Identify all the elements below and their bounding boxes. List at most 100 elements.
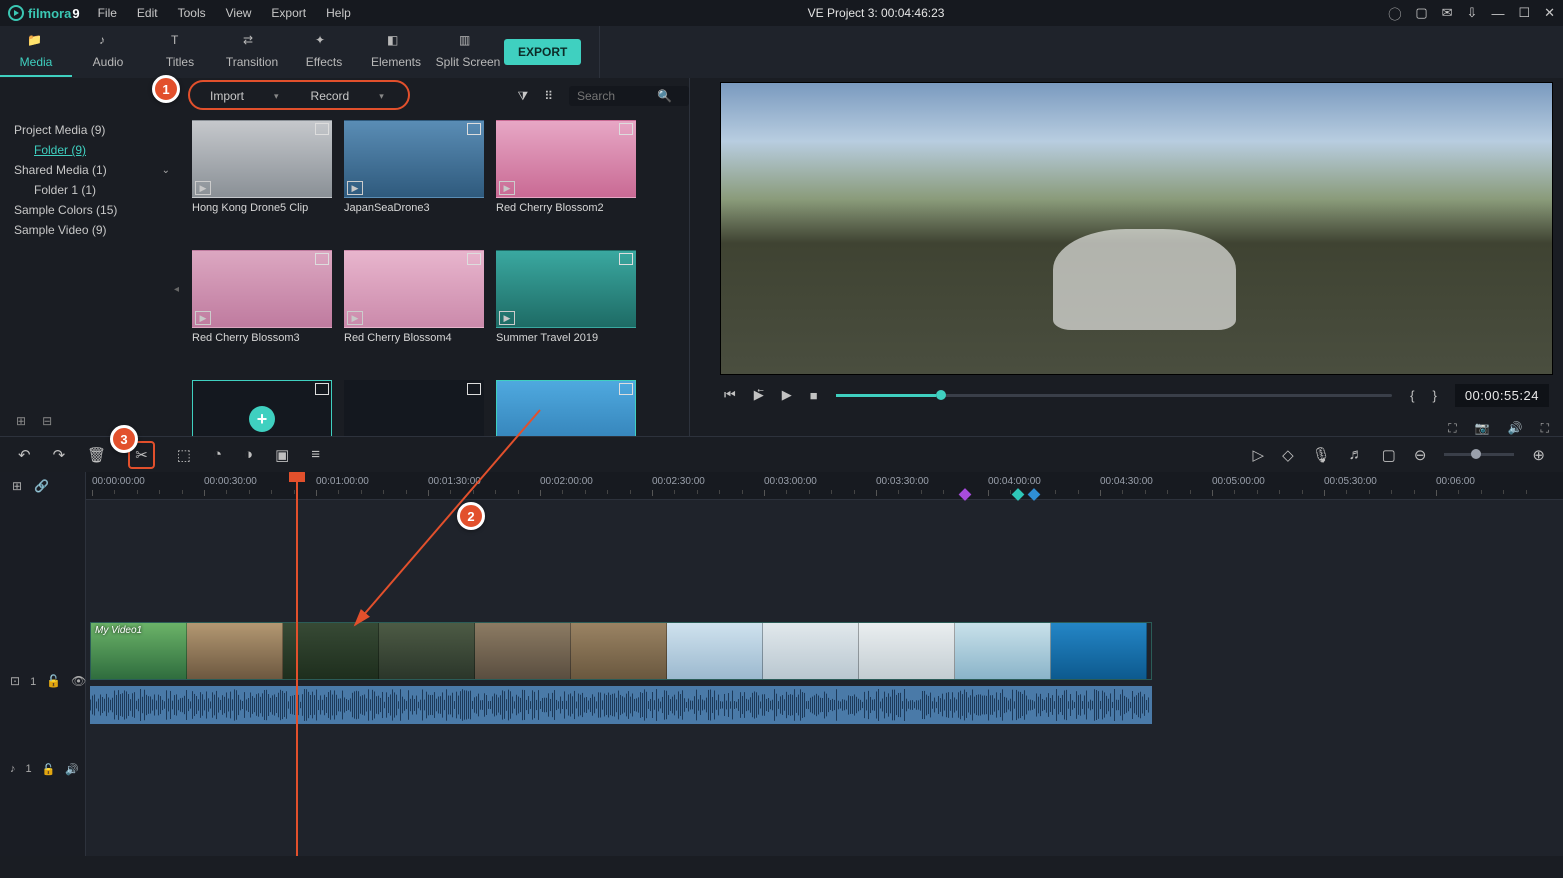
maximize-icon[interactable]: ☐ — [1518, 5, 1530, 21]
media-clip[interactable]: ▶+VID_20190903_151617 — [192, 380, 332, 436]
visibility-icon[interactable]: 👁 — [71, 674, 86, 688]
mic-icon[interactable]: ⇩ — [1467, 5, 1478, 21]
marker-icon[interactable]: ◇ — [1282, 446, 1294, 464]
media-clip[interactable]: ▶Red Cherry Blossom3 — [192, 250, 332, 374]
play-icon[interactable]: ▶ — [782, 387, 792, 403]
preview-canvas[interactable] — [720, 82, 1553, 375]
snapshot-icon[interactable]: 📷 — [1475, 421, 1490, 436]
render-icon[interactable]: ▷ — [1253, 446, 1265, 464]
tab-effects[interactable]: ✦Effects — [288, 27, 360, 77]
split-icon: ▥ — [459, 33, 477, 51]
tree-folder[interactable]: Folder (9) — [0, 140, 182, 160]
prev-frame-icon[interactable]: ⏮ — [724, 387, 736, 403]
voiceover-icon[interactable]: 🎙 — [1312, 446, 1331, 464]
stop-icon[interactable]: ■ — [810, 388, 818, 403]
zoom-out-icon[interactable]: ⊖ — [1414, 446, 1427, 464]
mail-icon[interactable]: ✉ — [1442, 5, 1453, 21]
color-icon[interactable]: ◑ — [244, 446, 253, 463]
tree-project-media[interactable]: Project Media (9) — [0, 120, 182, 140]
fullscreen-icon[interactable]: ⛶ — [1541, 421, 1549, 436]
effects-icon: ✦ — [315, 33, 333, 51]
lock-icon[interactable]: 🔓 — [42, 763, 56, 776]
quality-icon[interactable]: ⛶ — [1448, 421, 1456, 436]
project-title: VE Project 3: 00:04:46:23 — [351, 6, 1402, 20]
tree-sample-colors[interactable]: Sample Colors (15) — [0, 200, 182, 220]
mark-out-icon[interactable]: } — [1432, 388, 1436, 403]
zoom-slider[interactable] — [1444, 453, 1514, 456]
tab-elements[interactable]: ◧Elements — [360, 27, 432, 77]
mark-in-icon[interactable]: { — [1410, 388, 1414, 403]
timeline-marker[interactable] — [959, 488, 972, 501]
media-clip[interactable]: ▶Hong Kong Drone5 Clip — [192, 120, 332, 244]
timeline-canvas[interactable]: 00:00:00:0000:00:30:0000:01:00:0000:01:3… — [86, 472, 1563, 856]
mixer-icon[interactable]: ♬ — [1349, 446, 1364, 463]
timeline-toolbar: ↶ ↷ 🗑 ✂ ⬚ ◔ ◑ ▣ ≡ ▷ ◇ 🎙 ♬ ▢ ⊖ ⊕ — [0, 436, 1563, 472]
clip-label: JapanSeaDrone3 — [344, 202, 484, 214]
speed-icon[interactable]: ◔ — [213, 446, 222, 463]
timeline-marker[interactable] — [1028, 488, 1041, 501]
add-track-icon[interactable]: ⊞ — [12, 479, 22, 493]
zoom-in-icon[interactable]: ⊕ — [1532, 446, 1545, 464]
menu-help[interactable]: Help — [326, 6, 351, 20]
add-folder-icon[interactable]: ⊞ — [16, 414, 26, 428]
audio-track-header[interactable]: ♪1 🔓 🔊 — [0, 730, 85, 808]
media-clip[interactable]: ▶Red Cherry Blossom2 — [496, 120, 636, 244]
tab-audio[interactable]: ♪Audio — [72, 27, 144, 77]
menu-tools[interactable]: Tools — [178, 6, 206, 20]
export-button[interactable]: EXPORT — [504, 39, 581, 65]
play-back-icon[interactable]: ▶⃖ — [754, 387, 764, 403]
tab-transition[interactable]: ⇄Transition — [216, 27, 288, 77]
filter-icon[interactable]: ⧩ — [517, 89, 528, 104]
tree-folder1[interactable]: Folder 1 (1) — [0, 180, 182, 200]
media-clip[interactable]: ▶Summer Travel 2019 — [496, 250, 636, 374]
step-badge-1: 1 — [152, 75, 180, 103]
tab-media[interactable]: 📁Media — [0, 27, 72, 77]
video-track-header[interactable]: ⊡1 🔓 👁 — [0, 618, 85, 694]
lock-icon[interactable]: 🔓 — [46, 674, 61, 688]
timeline-ruler[interactable]: 00:00:00:0000:00:30:0000:01:00:0000:01:3… — [86, 472, 1563, 500]
search-input[interactable]: 🔍 — [569, 86, 689, 106]
greenscreen-icon[interactable]: ▣ — [275, 446, 289, 464]
record-dropdown[interactable]: Record▾ — [297, 83, 398, 109]
menu-file[interactable]: File — [98, 6, 117, 20]
tree-collapse-handle[interactable]: ◂ — [174, 284, 179, 295]
menu-bar: File Edit Tools View Export Help — [98, 6, 351, 20]
video-track[interactable]: My Video1 — [86, 622, 1563, 686]
preview-time: 00:00:55:24 — [1455, 384, 1549, 407]
tree-shared-media[interactable]: Shared Media (1)⌄ — [0, 160, 182, 180]
remove-folder-icon[interactable]: ⊟ — [42, 414, 52, 428]
undo-icon[interactable]: ↶ — [18, 446, 31, 464]
playhead[interactable] — [296, 472, 298, 856]
audio-waveform[interactable] — [86, 686, 1563, 726]
mute-icon[interactable]: 🔊 — [65, 763, 79, 776]
timeline-marker[interactable] — [1012, 488, 1025, 501]
audio-track-icon: ♪ — [10, 763, 16, 775]
crop-icon[interactable]: ⬚ — [177, 446, 191, 464]
media-clip[interactable]: ▶JapanSeaDrone3 — [344, 120, 484, 244]
media-clip[interactable]: ▶✓My Video1 — [496, 380, 636, 436]
delete-icon[interactable]: 🗑 — [87, 446, 106, 464]
menu-export[interactable]: Export — [271, 6, 306, 20]
close-icon[interactable]: ✕ — [1544, 5, 1555, 21]
adjust-icon[interactable]: ≡ — [311, 446, 320, 463]
menu-view[interactable]: View — [226, 6, 252, 20]
link-icon[interactable]: 🔗 — [34, 479, 49, 493]
media-clip[interactable]: ▶VID_20190903_151707 — [344, 380, 484, 436]
tree-sample-video[interactable]: Sample Video (9) — [0, 220, 182, 240]
preview-progress[interactable] — [836, 394, 1393, 397]
volume-icon[interactable]: 🔊 — [1508, 421, 1523, 436]
import-dropdown[interactable]: Import▾ — [196, 83, 293, 109]
save-icon[interactable]: ▢ — [1415, 5, 1427, 21]
grid-view-icon[interactable]: ⠿ — [544, 89, 553, 103]
minimize-icon[interactable]: — — [1491, 6, 1504, 21]
media-clip[interactable]: ▶Red Cherry Blossom4 — [344, 250, 484, 374]
progress-knob[interactable] — [936, 390, 946, 400]
redo-icon[interactable]: ↷ — [53, 446, 66, 464]
menu-edit[interactable]: Edit — [137, 6, 158, 20]
tab-splitscreen[interactable]: ▥Split Screen — [432, 27, 504, 77]
add-to-timeline-icon[interactable]: + — [249, 406, 275, 432]
timeline-clip[interactable]: My Video1 — [90, 622, 1152, 680]
snap-icon[interactable]: ▢ — [1382, 446, 1396, 464]
tab-titles[interactable]: TTitles — [144, 27, 216, 77]
clip-label: Hong Kong Drone5 Clip — [192, 202, 332, 214]
